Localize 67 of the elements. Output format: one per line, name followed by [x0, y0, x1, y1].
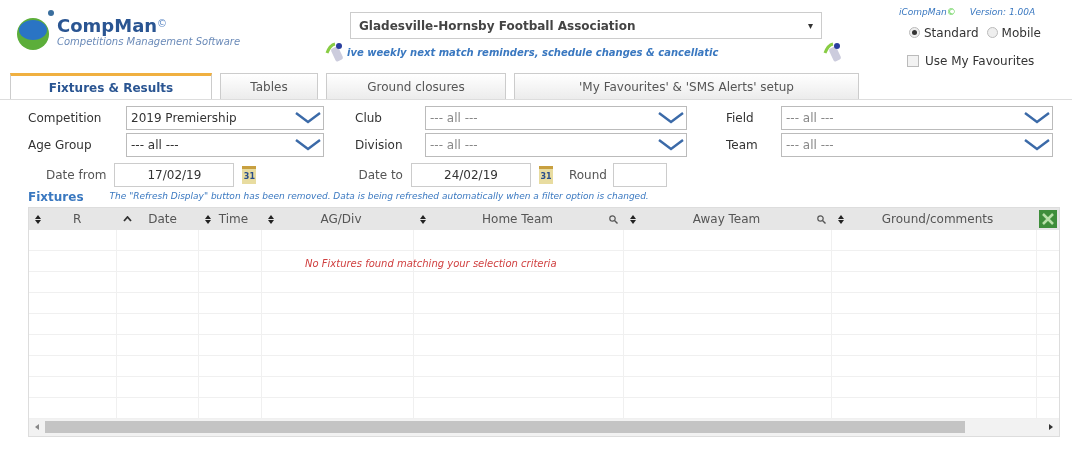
- field-label: Age Group: [28, 137, 92, 154]
- info-note: The "Refresh Display" button has been removed. Data is being refreshed automatically when a filter option is changed.: [109, 190, 649, 204]
- radio-label: Mobile: [1001, 24, 1041, 42]
- chevron-down-icon: [658, 112, 684, 124]
- sort-icon[interactable]: [838, 214, 844, 224]
- dropdown[interactable]: --- all ---: [126, 133, 324, 157]
- chevron-down-icon: [1024, 112, 1050, 124]
- tab[interactable]: Ground closures: [326, 73, 506, 99]
- column-header[interactable]: Home Team: [482, 210, 553, 228]
- field-label: Field: [726, 110, 754, 127]
- sort-icon[interactable]: [205, 214, 211, 224]
- date-field[interactable]: 17/02/19: [114, 163, 235, 187]
- field-label: Competition: [28, 110, 102, 127]
- copyright-mark: ©: [157, 17, 168, 31]
- chevron-down-icon: [658, 139, 684, 151]
- radio-label: Standard: [924, 24, 979, 42]
- logo-title: CompMan: [57, 16, 158, 36]
- field-label: Round: [568, 167, 607, 184]
- sort-icon[interactable]: [268, 214, 274, 224]
- empty-message: No Fixtures found matching your selection criteria: [305, 257, 557, 271]
- logo-tagline: Competitions Management Software: [57, 36, 241, 48]
- section-title: Fixtures: [28, 189, 84, 206]
- association-select[interactable]: Gladesville-Hornsby Football Association ▾: [350, 12, 822, 39]
- sort-icon[interactable]: [420, 214, 426, 224]
- sms-ticker: ive weekly next match reminders, schedule changes & cancellatic: [347, 45, 720, 60]
- date-field[interactable]: 24/02/19: [410, 163, 531, 187]
- search-icon[interactable]: [609, 214, 618, 224]
- dropdown[interactable]: --- all ---: [781, 133, 1053, 157]
- dropdown[interactable]: 2019 Premiership: [126, 106, 324, 130]
- column-header[interactable]: Away Team: [692, 210, 761, 228]
- chevron-down-icon: [295, 139, 321, 151]
- radio-button[interactable]: [909, 27, 920, 38]
- field-label: Division: [355, 137, 403, 154]
- chevron-down-icon: [295, 112, 321, 124]
- tab[interactable]: Fixtures & Results: [10, 73, 212, 99]
- column-header[interactable]: Ground/comments: [881, 210, 994, 228]
- scroll-left-icon[interactable]: [35, 424, 39, 430]
- column-header[interactable]: R: [73, 210, 82, 228]
- version-label: Version: 1.00A: [969, 6, 1036, 19]
- search-icon[interactable]: [817, 214, 826, 224]
- calendar-icon[interactable]: 31: [538, 166, 553, 184]
- column-header[interactable]: AG/Div: [320, 210, 362, 228]
- radio-button[interactable]: [986, 27, 998, 38]
- chevron-down-icon: [1024, 139, 1050, 151]
- column-header[interactable]: Time: [218, 210, 249, 228]
- tab[interactable]: 'My Favourites' & 'SMS Alerts' setup: [514, 73, 859, 99]
- copyright-mark: ©: [946, 6, 956, 19]
- dropdown[interactable]: --- all ---: [425, 106, 687, 130]
- scroll-right-icon[interactable]: [1049, 424, 1053, 430]
- sort-ascending-icon[interactable]: [123, 216, 132, 222]
- tab[interactable]: Tables: [220, 73, 318, 99]
- spreadsheet-export-icon[interactable]: [1039, 210, 1057, 228]
- app-name: iCompMan: [899, 6, 947, 19]
- checkbox[interactable]: [907, 54, 919, 67]
- dropdown[interactable]: --- all ---: [781, 106, 1053, 130]
- sort-icon[interactable]: [35, 214, 41, 224]
- field-label: Date from: [46, 167, 107, 184]
- sort-icon[interactable]: [630, 214, 636, 224]
- field-label: Date to: [358, 167, 403, 184]
- dropdown[interactable]: --- all ---: [425, 133, 687, 157]
- calendar-icon[interactable]: 31: [242, 166, 257, 184]
- round-field[interactable]: [612, 163, 667, 187]
- globe-logo-icon: [15, 8, 55, 52]
- field-label: Club: [355, 110, 382, 127]
- column-header[interactable]: Date: [148, 210, 177, 228]
- checkbox-label: Use My Favourites: [925, 52, 1035, 70]
- field-label: Team: [726, 137, 758, 154]
